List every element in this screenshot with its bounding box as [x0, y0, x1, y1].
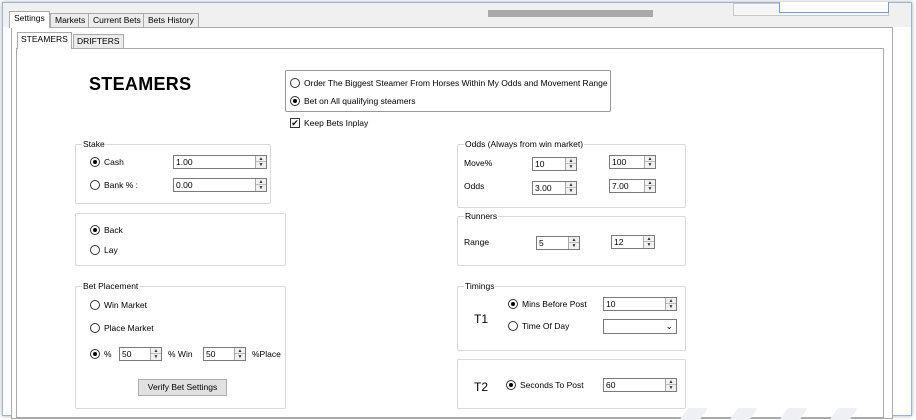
caret-down-icon[interactable]: ▼ [644, 242, 654, 248]
bet-placement-legend: Bet Placement [82, 281, 140, 291]
back-label: Back [104, 225, 123, 235]
cash-value: 1.00 [176, 157, 193, 167]
secs-value: 60 [606, 380, 616, 390]
chevron-down-icon[interactable]: ⌄ [665, 321, 673, 332]
t2-label: T2 [474, 380, 489, 394]
runners-group: Runners Range 5 ▲ ▼ 12 ▲ ▼ [457, 211, 686, 266]
range-label: Range [464, 237, 490, 247]
place-market-radio[interactable] [90, 323, 100, 333]
mins-value: 10 [606, 299, 616, 309]
win-market-radio[interactable] [90, 300, 100, 310]
cash-stepper[interactable]: 1.00 ▲ ▼ [173, 155, 267, 169]
timings-legend: Timings [464, 281, 496, 291]
lay-label: Lay [104, 245, 118, 255]
odds-group: Odds (Always from win market) Move% 10 ▲… [457, 139, 686, 208]
bet-placement-group: Bet Placement Win Market Place Market % … [75, 281, 286, 409]
lay-radio[interactable] [90, 245, 100, 255]
bet-all-label: Bet on All qualifying steamers [304, 96, 416, 106]
order-biggest-radio[interactable] [290, 78, 300, 88]
move-min-value: 10 [535, 159, 545, 169]
caret-down-icon[interactable]: ▼ [256, 185, 266, 191]
caret-down-icon[interactable]: ▼ [666, 304, 676, 310]
pct-win-value: 50 [122, 349, 132, 359]
keep-inplay-checkbox[interactable]: ✔ [290, 118, 300, 128]
win-market-label: Win Market [104, 300, 147, 310]
bank-value: 0.00 [176, 180, 193, 190]
runners-max-value: 12 [614, 237, 624, 247]
tab-current-bets[interactable]: Current Bets [88, 13, 146, 27]
caret-down-icon[interactable]: ▼ [566, 188, 576, 194]
order-biggest-label: Order The Biggest Steamer From Horses Wi… [304, 78, 608, 88]
tab-bets-history[interactable]: Bets History [143, 13, 199, 27]
bet-all-radio[interactable] [290, 96, 300, 106]
verify-bet-settings-button[interactable]: Verify Bet Settings [138, 379, 227, 396]
stake-legend: Stake [82, 139, 106, 149]
odds-min-stepper[interactable]: 3.00 ▲ ▼ [532, 181, 577, 195]
runners-max-stepper[interactable]: 12 ▲ ▼ [611, 235, 655, 249]
page-title: STEAMERS [89, 74, 192, 94]
subtab-steamers[interactable]: STEAMERS [17, 32, 72, 49]
move-max-value: 100 [612, 157, 627, 167]
tab-markets[interactable]: Markets [50, 13, 91, 27]
caret-down-icon[interactable]: ▼ [666, 385, 676, 391]
caret-down-icon[interactable]: ▼ [256, 162, 266, 168]
caret-down-icon[interactable]: ▼ [569, 243, 579, 249]
move-min-stepper[interactable]: 10 ▲ ▼ [532, 157, 577, 171]
caret-down-icon[interactable]: ▼ [566, 164, 576, 170]
time-of-day-select[interactable]: ⌄ [603, 319, 677, 334]
time-of-day-label: Time Of Day [522, 321, 570, 331]
caret-down-icon[interactable]: ▼ [235, 354, 245, 360]
pct-win-stepper[interactable]: 50 ▲ ▼ [119, 347, 162, 361]
caret-down-icon[interactable]: ▼ [151, 354, 161, 360]
scrollbar-thumb[interactable] [488, 10, 653, 17]
timings-group: Timings T1 Mins Before Post 10 ▲ ▼ Time O… [457, 281, 686, 351]
runners-min-value: 5 [539, 238, 544, 248]
tab-settings[interactable]: Settings [9, 11, 50, 28]
mins-before-post-label: Mins Before Post [522, 299, 587, 309]
bank-label: Bank % : [104, 180, 139, 190]
back-radio[interactable] [90, 225, 100, 235]
caret-down-icon[interactable]: ▼ [645, 162, 655, 168]
seconds-to-post-label: Seconds To Post [520, 380, 584, 390]
seconds-to-post-stepper[interactable]: 60 ▲ ▼ [603, 378, 677, 392]
percent-label: % [104, 349, 112, 359]
pct-win-label: % Win [168, 349, 193, 359]
t1-label: T1 [474, 312, 489, 326]
odds-label: Odds [464, 181, 485, 191]
runners-legend: Runners [464, 211, 499, 221]
percent-split-radio[interactable] [90, 349, 100, 359]
pct-place-value: 50 [206, 349, 216, 359]
cash-label: Cash [104, 157, 124, 167]
runners-min-stepper[interactable]: 5 ▲ ▼ [536, 236, 580, 250]
caret-down-icon[interactable]: ▼ [645, 186, 655, 192]
keep-inplay-label: Keep Bets Inplay [304, 118, 369, 128]
bank-radio[interactable] [90, 180, 100, 190]
move-label: Move% [464, 158, 493, 168]
t2-group: T2 Seconds To Post 60 ▲ ▼ [457, 359, 686, 409]
cash-radio[interactable] [90, 157, 100, 167]
side-group: Back Lay [75, 213, 286, 266]
odds-max-stepper[interactable]: 7.00 ▲ ▼ [609, 179, 656, 193]
time-of-day-radio[interactable] [508, 321, 518, 331]
top-input[interactable] [779, 2, 889, 13]
odds-min-value: 3.00 [535, 183, 552, 193]
mins-before-post-stepper[interactable]: 10 ▲ ▼ [603, 297, 677, 311]
odds-legend: Odds (Always from win market) [464, 139, 585, 149]
app-window: Settings Markets Current Bets Bets Histo… [2, 2, 912, 420]
odds-max-value: 7.00 [612, 181, 629, 191]
seconds-to-post-radio[interactable] [506, 380, 516, 390]
order-mode-group: Order The Biggest Steamer From Horses Wi… [285, 70, 611, 112]
mins-before-post-radio[interactable] [508, 299, 518, 309]
subtab-drifters[interactable]: DRIFTERS [73, 34, 124, 48]
bank-stepper[interactable]: 0.00 ▲ ▼ [173, 178, 267, 192]
stake-group: Stake Cash 1.00 ▲ ▼ Bank % : 0.00 ▲ ▼ [75, 139, 271, 204]
pct-place-stepper[interactable]: 50 ▲ ▼ [203, 347, 246, 361]
place-market-label: Place Market [104, 323, 154, 333]
pct-place-label: %Place [252, 349, 281, 359]
move-max-stepper[interactable]: 100 ▲ ▼ [609, 155, 656, 169]
